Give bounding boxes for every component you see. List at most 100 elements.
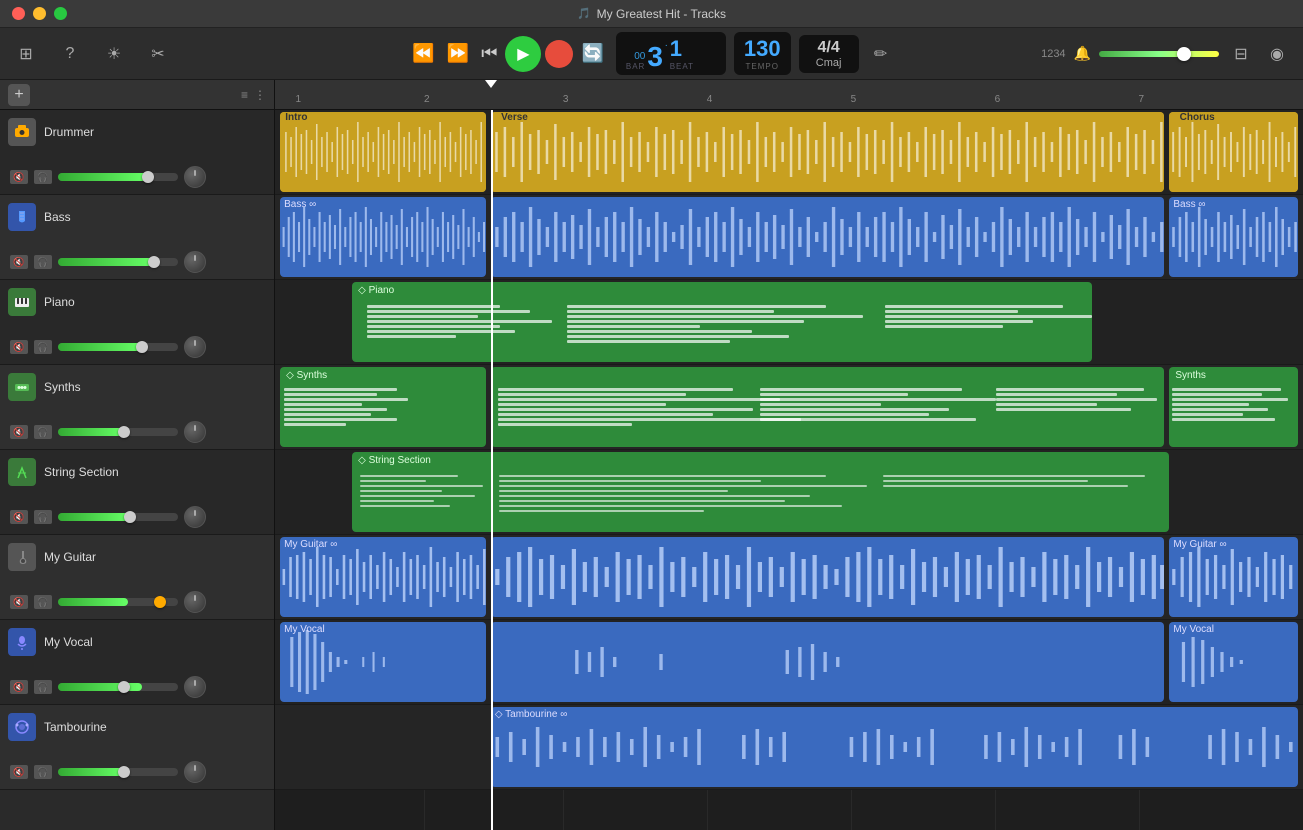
guitar-clip-1-label: My Guitar ∞	[284, 539, 337, 550]
toolbar: ⊞ ? ☀ ✂ ⏪ ⏩ ⏮ ▶ 🔄 00 BAR 3 . 1 BEAT	[0, 28, 1303, 80]
alert-icon: 🔔	[1074, 45, 1091, 62]
position-display: 00 BAR 3 . 1 BEAT	[616, 32, 726, 75]
guitar-clip-3[interactable]: My Guitar ∞	[1169, 537, 1298, 617]
synths-clip-1[interactable]: ◇ Synths	[280, 367, 486, 447]
scissors-button[interactable]: ✂	[144, 40, 172, 68]
vocal-track-name: My Vocal	[44, 635, 93, 649]
ruler-mark-3: 3	[563, 94, 569, 105]
volume-thumb[interactable]	[1177, 47, 1191, 61]
main-area: + ≡ ⋮ Drummer 🔇 🎧	[0, 80, 1303, 830]
master-volume[interactable]	[1099, 51, 1219, 57]
vocal-solo[interactable]: 🎧	[34, 680, 52, 694]
volume-slider-track[interactable]	[1099, 51, 1219, 57]
cycle-button[interactable]: 🔄	[577, 39, 607, 68]
guitar-mute[interactable]: 🔇	[10, 595, 28, 609]
synths-pan[interactable]	[184, 421, 206, 443]
vocal-clip-1[interactable]: My Vocal	[280, 622, 486, 702]
mixer-button[interactable]: ⊟	[1227, 40, 1255, 68]
close-button[interactable]	[12, 7, 25, 20]
piano-pan[interactable]	[184, 336, 206, 358]
guitar-controls: 🔇 🎧	[8, 591, 266, 613]
time-sig-display[interactable]: 4/4 Cmaj	[799, 35, 859, 73]
piano-fader[interactable]	[58, 343, 178, 351]
record-button[interactable]	[545, 40, 573, 68]
synths-mute[interactable]: 🔇	[10, 425, 28, 439]
track-lane-guitar[interactable]: My Guitar ∞	[275, 535, 1303, 620]
string-solo[interactable]: 🎧	[34, 510, 52, 524]
rewind-button[interactable]: ⏪	[408, 39, 438, 68]
go-to-start-button[interactable]: ⏮	[477, 39, 501, 68]
bass-pan[interactable]	[184, 251, 206, 273]
drummer-clip-verse[interactable]	[491, 112, 1164, 192]
track-header-bass: Bass 🔇 🎧	[0, 195, 274, 280]
track-lane-tambourine[interactable]: ◇ Tambourine ∞	[275, 705, 1303, 790]
piano-clip-1[interactable]: ◇ Piano	[352, 282, 1092, 362]
fast-forward-button[interactable]: ⏩	[443, 39, 473, 68]
vocal-clip-3[interactable]: My Vocal	[1169, 622, 1298, 702]
synths-solo[interactable]: 🎧	[34, 425, 52, 439]
add-track-button[interactable]: +	[8, 84, 30, 106]
synths-clip-3[interactable]: Synths	[1169, 367, 1298, 447]
string-section-clip-1[interactable]: ◇ String Section	[352, 452, 1169, 532]
tambourine-solo[interactable]: 🎧	[34, 765, 52, 779]
bass-clip-3[interactable]: Bass ∞	[1169, 197, 1298, 277]
track-lane-synths[interactable]: ◇ Synths	[275, 365, 1303, 450]
bass-solo[interactable]: 🎧	[34, 255, 52, 269]
library-button[interactable]: ⊞	[12, 40, 40, 68]
piano-solo[interactable]: 🎧	[34, 340, 52, 354]
vocal-mute[interactable]: 🔇	[10, 680, 28, 694]
bass-clip-2[interactable]	[491, 197, 1164, 277]
tambourine-mute[interactable]: 🔇	[10, 765, 28, 779]
drummer-fader[interactable]	[58, 173, 178, 181]
track-lane-drummer[interactable]: Intro Verse Chorus	[275, 110, 1303, 195]
drummer-pan[interactable]	[184, 166, 206, 188]
tambourine-clip-1[interactable]: ◇ Tambourine ∞	[491, 707, 1298, 787]
bass-mute[interactable]: 🔇	[10, 255, 28, 269]
string-pan[interactable]	[184, 506, 206, 528]
guitar-pan[interactable]	[184, 591, 206, 613]
piano-track-name: Piano	[44, 295, 75, 309]
guitar-clip-1[interactable]: My Guitar ∞	[280, 537, 486, 617]
bass-fader[interactable]	[58, 258, 178, 266]
bass-clip-3-label: Bass ∞	[1173, 199, 1205, 210]
guitar-fader[interactable]	[58, 598, 178, 606]
ruler-mark-5: 5	[851, 94, 857, 105]
drummer-clip-intro[interactable]	[280, 112, 486, 192]
ruler-mark-6: 6	[995, 94, 1001, 105]
guitar-solo[interactable]: 🎧	[34, 595, 52, 609]
string-mute[interactable]: 🔇	[10, 510, 28, 524]
track-header-guitar: My Guitar 🔇 🎧	[0, 535, 274, 620]
drummer-solo[interactable]: 🎧	[34, 170, 52, 184]
tracks-container[interactable]: Intro Verse Chorus	[275, 110, 1303, 830]
track-header-string-section: String Section 🔇 🎧	[0, 450, 274, 535]
bass-clip-1[interactable]: Bass ∞	[280, 197, 486, 277]
guitar-clip-2[interactable]	[491, 537, 1164, 617]
editor-button[interactable]: ◉	[1263, 40, 1291, 68]
smart-controls-button[interactable]: ☀	[100, 40, 128, 68]
play-button[interactable]: ▶	[505, 36, 541, 72]
help-button[interactable]: ?	[56, 40, 84, 68]
track-header-piano: Piano 🔇 🎧	[0, 280, 274, 365]
vocal-pan[interactable]	[184, 676, 206, 698]
vu-numbers: 1234	[1041, 48, 1065, 60]
track-lane-string-section[interactable]: ◇ String Section	[275, 450, 1303, 535]
ruler-mark-4: 4	[707, 94, 713, 105]
string-fader[interactable]	[58, 513, 178, 521]
vocal-fader[interactable]	[58, 683, 178, 691]
synths-fader[interactable]	[58, 428, 178, 436]
track-lane-vocal[interactable]: My Vocal	[275, 620, 1303, 705]
track-lane-bass[interactable]: Bass ∞	[275, 195, 1303, 280]
piano-mute[interactable]: 🔇	[10, 340, 28, 354]
tambourine-pan[interactable]	[184, 761, 206, 783]
track-lane-piano[interactable]: ◇ Piano	[275, 280, 1303, 365]
vocal-clip-2[interactable]	[491, 622, 1164, 702]
synths-clip-2[interactable]	[491, 367, 1164, 447]
tambourine-fader[interactable]	[58, 768, 178, 776]
pencil-button[interactable]: ✏	[867, 40, 895, 68]
drummer-clip-chorus[interactable]	[1169, 112, 1298, 192]
minimize-button[interactable]	[33, 7, 46, 20]
toolbar-left: ⊞ ? ☀ ✂	[12, 40, 400, 68]
maximize-button[interactable]	[54, 7, 67, 20]
ruler: 1 2 3 4 5 6 7	[275, 80, 1303, 110]
drummer-mute[interactable]: 🔇	[10, 170, 28, 184]
